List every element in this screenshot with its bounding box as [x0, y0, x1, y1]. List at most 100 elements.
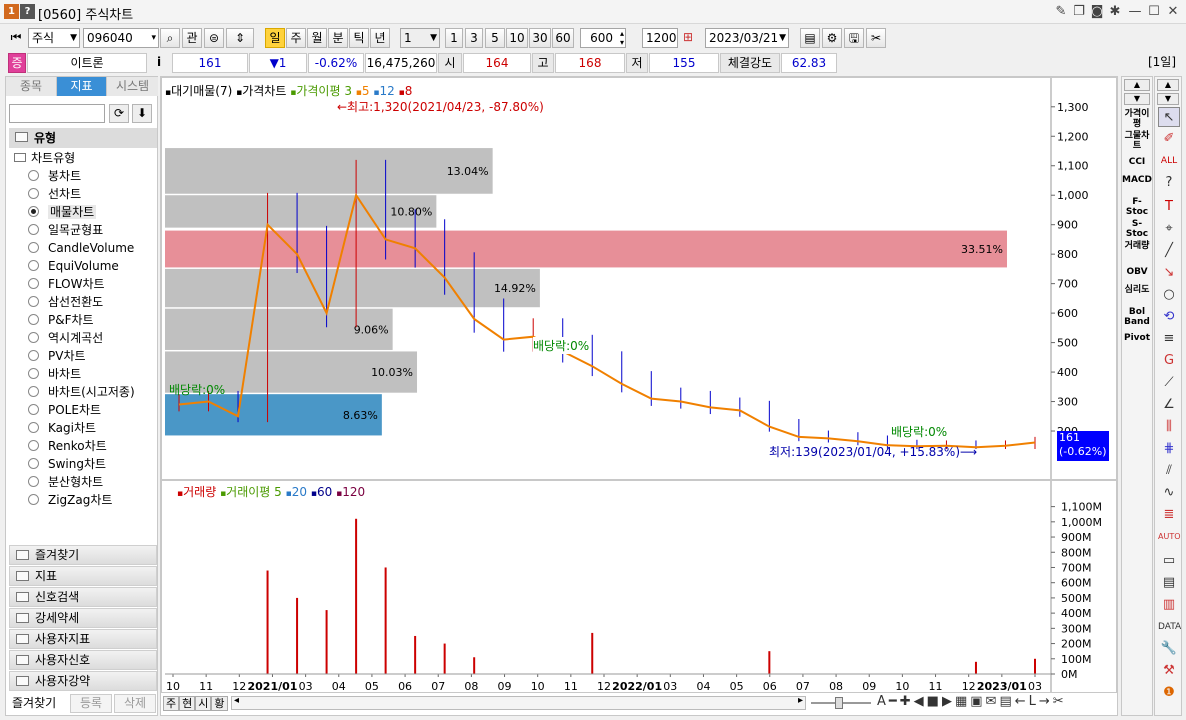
shortcut-psychology[interactable]: 심리도 [1122, 285, 1152, 305]
chart-type-ichimoku[interactable]: 일목균형표 [28, 221, 103, 239]
tab-system[interactable]: 시스템 [107, 77, 158, 96]
maximize-icon[interactable]: ☐ [1145, 3, 1163, 21]
minimize-icon[interactable]: — [1126, 3, 1144, 21]
chart-type-flow[interactable]: FLOW차트 [28, 275, 105, 293]
interval-3-button[interactable]: 3 [465, 28, 483, 48]
period-minute-button[interactable]: 분 [328, 28, 348, 48]
watchlist-button[interactable]: 관 [182, 28, 202, 48]
tools-scroll-up-icon[interactable]: ▲ [1157, 79, 1179, 91]
cursor-icon[interactable]: ↖ [1158, 107, 1180, 127]
wrench-icon[interactable]: 🔧 [1158, 639, 1180, 659]
bottom-status-button[interactable]: 황 [211, 696, 228, 711]
screenshot-icon[interactable]: ◙ [1088, 3, 1106, 21]
chart-nav-icons[interactable]: A━✚◀■▶▦▣✉▤←L→✂ [877, 694, 1067, 709]
zoom-in-icon[interactable]: ✚ [900, 694, 914, 709]
group-favorites[interactable]: 즐겨찾기 [9, 545, 157, 565]
scroll-up-icon[interactable]: ▲ [1124, 79, 1150, 91]
interval-60-button[interactable]: 60 [552, 28, 574, 48]
screen-number-badge[interactable]: 1 [4, 4, 19, 19]
period-day-button[interactable]: 일 [265, 28, 285, 48]
circle-icon[interactable]: ○ [1158, 285, 1180, 305]
fan-icon[interactable]: ⟋ [1158, 373, 1180, 393]
legend-ma-12[interactable]: 12 [379, 84, 394, 98]
grid-icon[interactable]: ▤ [999, 694, 1014, 709]
interval-5-button[interactable]: 5 [485, 28, 505, 48]
chart-type-equivolume[interactable]: EquiVolume [28, 257, 119, 275]
period-tick-button[interactable]: 틱 [349, 28, 369, 48]
angle-icon[interactable]: ∠ [1158, 395, 1180, 415]
chart-type-zigzag[interactable]: ZigZag차트 [28, 491, 112, 509]
auto-draw-icon[interactable]: AUTO [1158, 527, 1181, 547]
bottom-current-button[interactable]: 현 [179, 696, 196, 711]
help-icon[interactable]: ? [20, 4, 35, 19]
group-user-indicators[interactable]: 사용자지표 [9, 629, 157, 649]
chart-type-pole[interactable]: POLE차트 [28, 401, 101, 419]
zoom-slider[interactable] [811, 696, 871, 710]
legend-vma-60[interactable]: 60 [317, 485, 332, 499]
period-month-button[interactable]: 월 [307, 28, 327, 48]
document-icon[interactable]: ▤ [1158, 573, 1180, 593]
interval-10-button[interactable]: 10 [506, 28, 528, 48]
shortcut-fast-stoch[interactable]: F-Stoc [1122, 197, 1152, 217]
indicator-search-input[interactable] [9, 104, 105, 123]
shortcut-obv[interactable]: OBV [1122, 267, 1152, 277]
legend-price-chart[interactable]: 가격차트 [242, 84, 286, 98]
info-circle-icon[interactable]: ❶ [1158, 683, 1180, 703]
chart-type-pv[interactable]: PV차트 [28, 347, 86, 365]
interval-1-button[interactable]: 1 [445, 28, 463, 48]
delete-all-icon[interactable]: ALL [1158, 151, 1180, 171]
legend-vma-5[interactable]: 5 [274, 485, 282, 499]
bar-chart-icon[interactable]: ▥ [1158, 595, 1180, 615]
shortcut-bollinger[interactable]: Bol Band [1122, 307, 1152, 327]
chart-type-pnf[interactable]: P&F차트 [28, 311, 94, 329]
chart-type-scatter[interactable]: 분산형차트 [28, 473, 103, 491]
channel-icon[interactable]: ⫽ [1158, 461, 1180, 481]
interval-select[interactable]: 1 ▼ [400, 28, 440, 48]
tab-indicator[interactable]: 지표 [57, 77, 107, 96]
delete-button[interactable]: 삭제 [114, 694, 156, 713]
close-icon[interactable]: ✕ [1164, 3, 1182, 21]
legend-vma-20[interactable]: 20 [292, 485, 307, 499]
download-icon[interactable]: ⬇ [132, 104, 152, 123]
horizontal-scrollbar[interactable]: ◂ ▸ [231, 695, 806, 710]
group-user-strength[interactable]: 사용자강약 [9, 671, 157, 691]
shortcut-volume[interactable]: 거래량 [1122, 241, 1152, 261]
group-signal-search[interactable]: 신호검색 [9, 587, 157, 607]
legend-ma-8[interactable]: 8 [405, 84, 413, 98]
tools-small-icon[interactable]: ✂ [1053, 694, 1067, 709]
search-icon[interactable]: ⌕ [160, 28, 180, 48]
updown-spin-icon[interactable]: ⇕ [226, 28, 254, 48]
chart-type-bar[interactable]: 바차트 [28, 365, 81, 383]
link-chain-icon[interactable]: ⊜ [204, 28, 224, 48]
wave-icon[interactable]: ∿ [1158, 483, 1180, 503]
chart-type-bar-ohlc[interactable]: 바차트(시고저종) [28, 383, 135, 401]
legend-volume-ma[interactable]: 거래이평 [226, 485, 270, 499]
trendline-icon[interactable]: ╱ [1158, 241, 1180, 261]
chart-type-swing[interactable]: Swing차트 [28, 455, 106, 473]
bottom-week-button[interactable]: 주 [163, 696, 180, 711]
chart-settings-icon[interactable]: ▤ [800, 28, 820, 48]
shortcut-macd[interactable]: MACD [1122, 175, 1152, 195]
gear-icon[interactable]: ⚙ [822, 28, 842, 48]
period-year-button[interactable]: 년 [370, 28, 390, 48]
section-type[interactable]: 유형 [9, 128, 157, 148]
text-icon[interactable]: T [1158, 197, 1180, 217]
chart-type-line[interactable]: 선차트 [28, 185, 81, 203]
legend-vma-120[interactable]: 120 [342, 485, 365, 499]
shortcut-pivot[interactable]: Pivot [1122, 333, 1152, 343]
crosshair-icon[interactable]: ⌖ [1158, 219, 1180, 239]
tab-stock[interactable]: 종목 [6, 77, 57, 96]
chart-type-kagi[interactable]: Kagi차트 [28, 419, 96, 437]
gann-icon[interactable]: G [1158, 351, 1180, 371]
tools-scroll-down-icon[interactable]: ▼ [1157, 93, 1179, 105]
scroll-down-icon[interactable]: ▼ [1124, 93, 1150, 105]
date-input[interactable]: 2023/03/21 ▼ [705, 28, 789, 48]
save-chart-icon[interactable]: ▣ [970, 694, 985, 709]
info-icon[interactable]: i [151, 53, 167, 73]
stop-icon[interactable]: ■ [927, 694, 942, 709]
chart-type-candlevolume[interactable]: CandleVolume [28, 239, 134, 257]
bottom-market-button[interactable]: 시 [195, 696, 212, 711]
chart-type-volume-profile[interactable]: 매물차트 [28, 203, 97, 221]
group-indicators[interactable]: 지표 [9, 566, 157, 586]
data-count-input[interactable]: 600 ▴ ▾ [580, 28, 626, 48]
